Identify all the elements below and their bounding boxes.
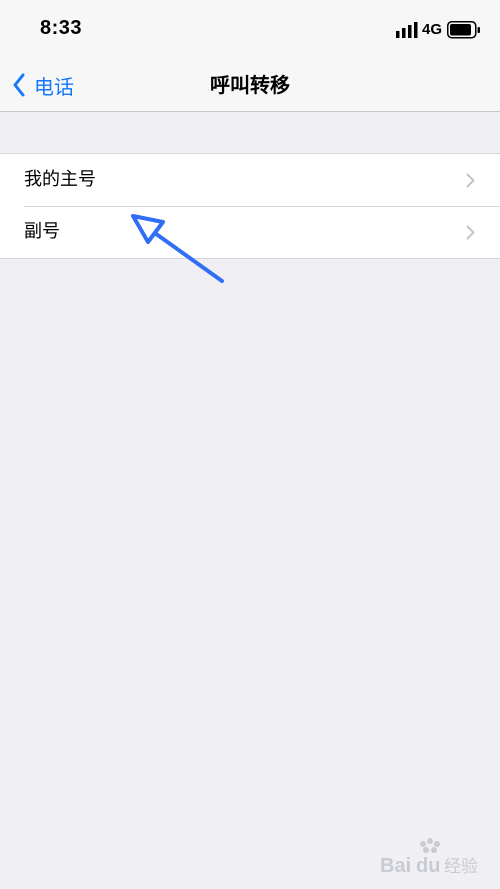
baidu-jingyan-watermark-icon: Bai du 经验	[380, 838, 478, 877]
list-item-label: 我的主号	[24, 169, 96, 190]
list-item-primary-number[interactable]: 我的主号	[0, 154, 500, 206]
page-title: 呼叫转移	[210, 73, 290, 97]
chevron-right-icon	[466, 225, 475, 240]
svg-text:Bai: Bai	[380, 855, 411, 877]
network-type: 4G	[422, 21, 443, 38]
annotation-arrow-icon	[131, 214, 224, 283]
list-item-label: 副号	[24, 221, 60, 242]
signal-bars-icon	[396, 22, 418, 38]
svg-text:经验: 经验	[444, 857, 478, 877]
status-time: 8:33	[40, 17, 83, 39]
chevron-right-icon	[466, 173, 475, 188]
call-forwarding-list: 我的主号 副号	[0, 153, 500, 259]
svg-text:du: du	[416, 855, 440, 877]
list-item-secondary-number[interactable]: 副号	[0, 206, 500, 258]
top-bar: 8:33 4G 电话 呼叫转移	[0, 0, 500, 112]
battery-icon	[447, 21, 480, 39]
